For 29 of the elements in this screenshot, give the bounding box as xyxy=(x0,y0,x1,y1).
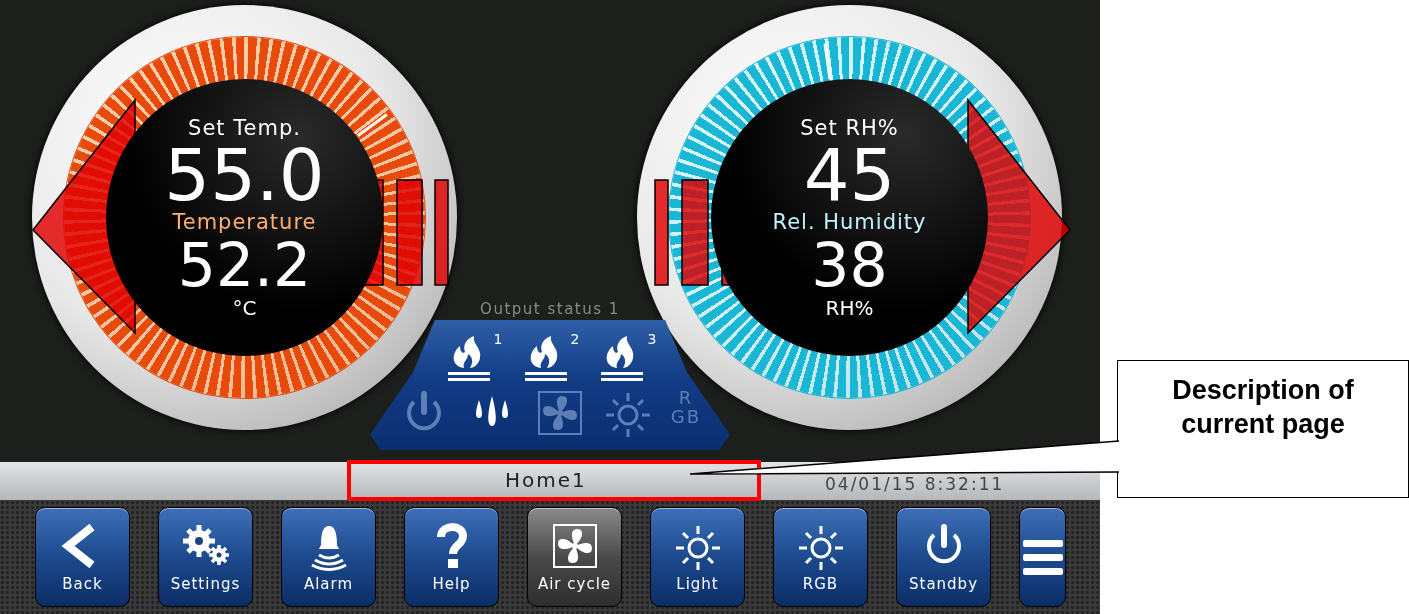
needle-icon xyxy=(356,112,388,137)
nav-button[interactable]: Back xyxy=(35,507,130,607)
setpoint-label: Set Temp. xyxy=(188,115,301,140)
rgb-indicator: R GB xyxy=(670,388,702,426)
measured-value: 52.2 xyxy=(177,233,312,296)
unit-label: °C xyxy=(232,295,257,320)
nav-button[interactable]: Help xyxy=(404,507,499,607)
menu-button[interactable] xyxy=(1019,507,1066,607)
nav-button[interactable]: RGB xyxy=(773,507,868,607)
needle-icon xyxy=(823,43,832,80)
unit-label: RH% xyxy=(825,295,874,320)
callout-text: Description of current page xyxy=(1171,374,1355,441)
output-number: 1 xyxy=(493,332,503,346)
output-number: 2 xyxy=(570,332,580,346)
setpoint-label: Set RH% xyxy=(800,115,899,140)
measured-value: 38 xyxy=(811,233,888,296)
gauge-label: Rel. Humidity xyxy=(772,209,927,234)
nav-button[interactable]: Air cycle xyxy=(527,507,622,607)
gauge-label: Temperature xyxy=(172,209,317,234)
nav-button[interactable]: Alarm xyxy=(281,507,376,607)
nav-button[interactable]: Settings xyxy=(158,507,253,607)
page-title: Home1 xyxy=(505,468,587,492)
output-status-title: Output status 1 xyxy=(480,300,620,320)
setpoint-value: 45 xyxy=(803,139,896,210)
date-time: 04/01/15 8:32:11 xyxy=(825,474,1005,494)
nav-button[interactable]: Standby xyxy=(896,507,991,607)
nav-button[interactable]: Light xyxy=(650,507,745,607)
setpoint-value: 55.0 xyxy=(164,139,325,210)
output-number: 3 xyxy=(647,332,657,346)
